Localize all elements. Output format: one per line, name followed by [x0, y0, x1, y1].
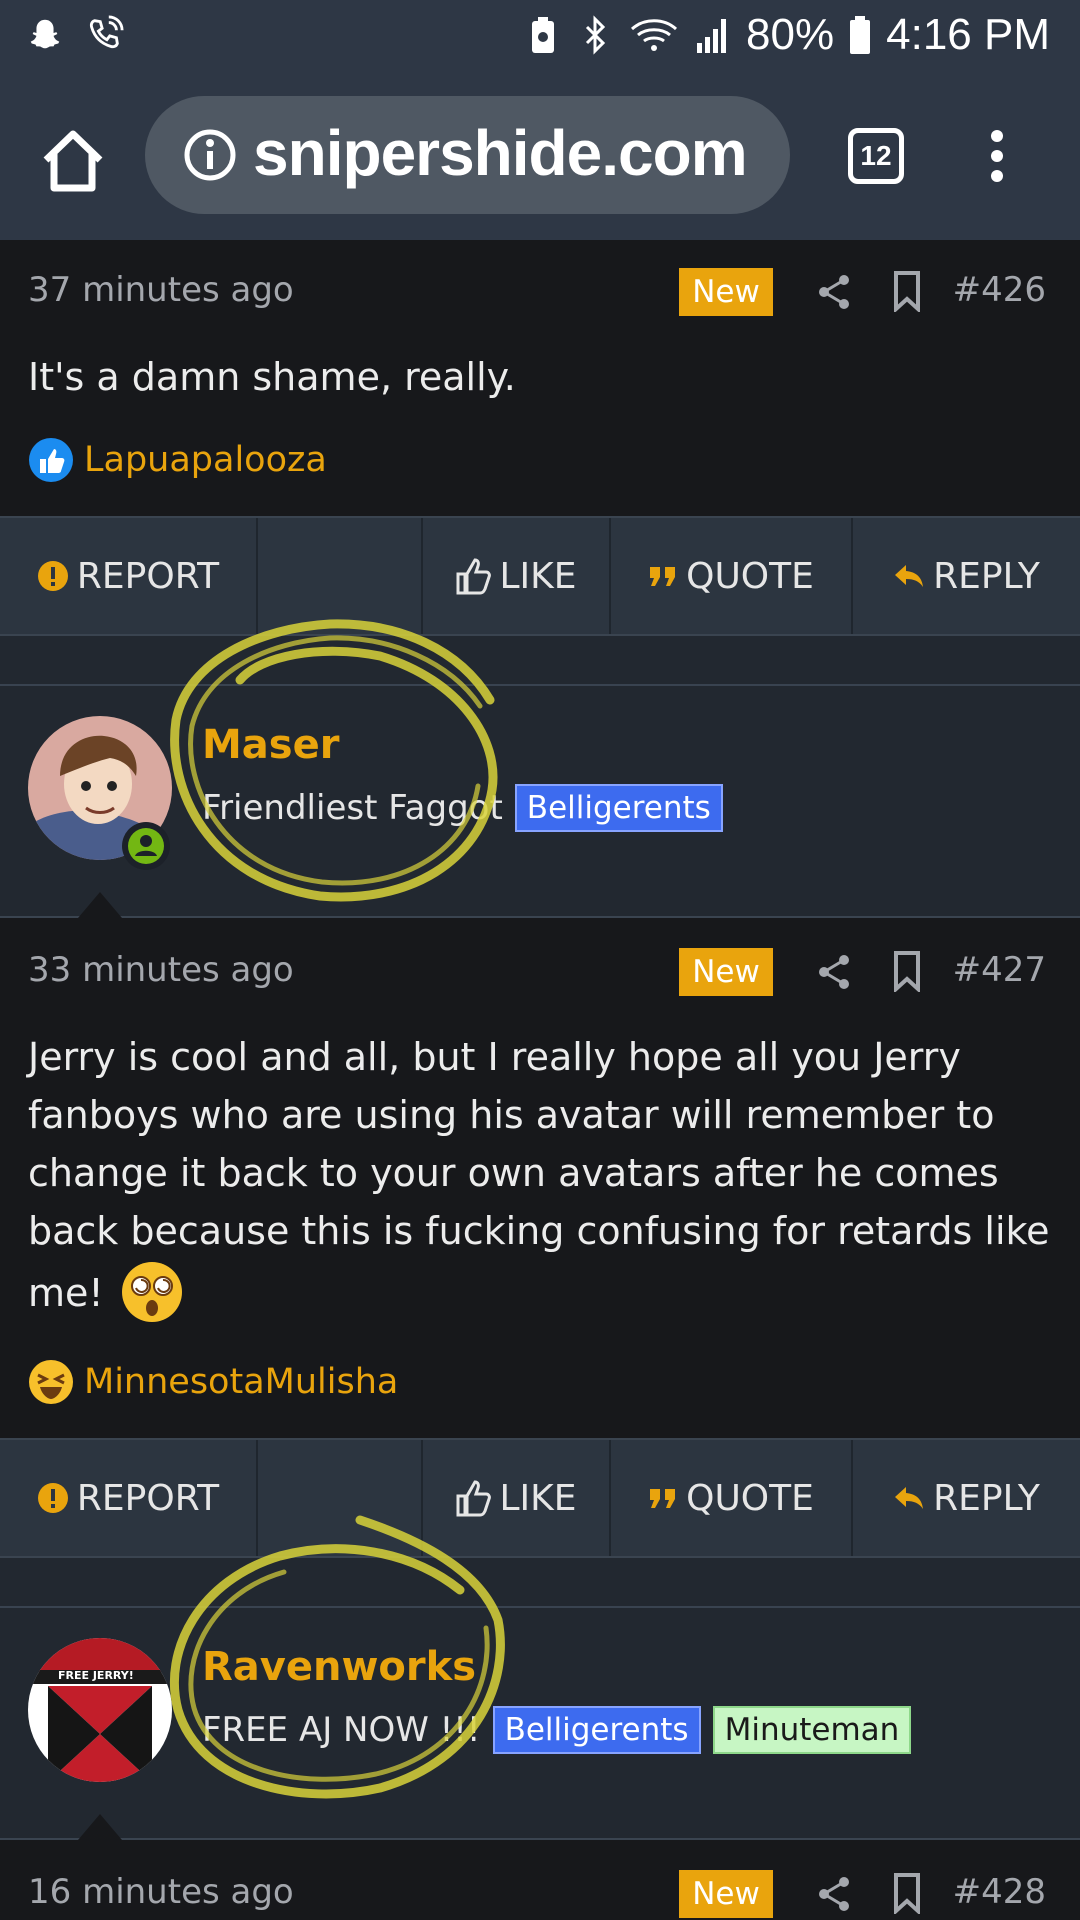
info-icon[interactable] — [183, 128, 237, 182]
share-icon[interactable] — [816, 1874, 852, 1914]
signal-icon — [697, 19, 727, 53]
user-title: Friendliest Faggot — [202, 788, 503, 828]
new-badge: New — [679, 268, 773, 316]
url-text: snipershide.com — [253, 117, 748, 189]
share-icon[interactable] — [816, 272, 852, 312]
post-number[interactable]: #427 — [953, 950, 1046, 990]
post-separator — [0, 636, 1080, 686]
report-label: REPORT — [76, 1477, 220, 1519]
reaction-summary-427[interactable]: MinnesotaMulisha — [28, 1359, 398, 1405]
like-label: LIKE — [499, 1477, 577, 1519]
post-meta-427: 33 minutes ago New #427 — [0, 934, 1080, 1014]
battery-icon — [850, 16, 871, 54]
thumbs-up-icon — [456, 1480, 492, 1517]
like-label: LIKE — [499, 555, 577, 597]
quote-icon — [650, 1489, 676, 1508]
avatar-caption: FREE JERRY! — [58, 1669, 134, 1682]
post-time: 37 minutes ago — [28, 270, 294, 310]
post-body-426: It's a damn shame, really. — [28, 355, 516, 399]
home-icon[interactable] — [38, 126, 108, 196]
clock: 4:16 PM — [886, 10, 1050, 59]
user-title-row: Friendliest Faggot Belligerents — [202, 784, 723, 832]
battery-saver-icon — [532, 17, 555, 53]
post-time: 33 minutes ago — [28, 950, 294, 990]
user-title: FREE AJ NOW !!! — [202, 1710, 481, 1750]
more-menu-icon[interactable] — [982, 126, 1012, 186]
report-label: REPORT — [76, 555, 220, 597]
tab-switcher-button[interactable]: 12 — [848, 128, 904, 184]
post-actions-426: REPORT LIKE QUOTE REPLY — [0, 516, 1080, 636]
new-badge: New — [679, 948, 773, 996]
reply-icon — [895, 1487, 924, 1509]
warning-icon — [37, 561, 68, 591]
reply-icon — [895, 565, 924, 587]
quote-button[interactable]: QUOTE — [611, 518, 853, 634]
post-time: 16 minutes ago — [28, 1872, 294, 1912]
message-caret — [78, 1814, 122, 1840]
dizzy-face-emoji-icon — [121, 1262, 182, 1322]
bookmark-icon[interactable] — [892, 270, 922, 312]
bookmark-icon[interactable] — [892, 950, 922, 992]
report-button[interactable]: REPORT — [0, 1440, 258, 1556]
avatar-image — [28, 1638, 172, 1782]
user-title-row: FREE AJ NOW !!! Belligerents Minuteman — [202, 1706, 912, 1754]
like-button[interactable]: LIKE — [423, 1440, 611, 1556]
reaction-user[interactable]: MinnesotaMulisha — [84, 1362, 398, 1402]
user-banner-minuteman: Minuteman — [712, 1706, 912, 1754]
avatar[interactable]: FREE JERRY! — [28, 1638, 172, 1782]
share-icon[interactable] — [816, 952, 852, 992]
reaction-summary-426[interactable]: Lapuapalooza — [28, 437, 327, 483]
quote-button[interactable]: QUOTE — [611, 1440, 853, 1556]
address-bar[interactable]: snipershide.com — [145, 96, 790, 214]
post-number[interactable]: #428 — [953, 1872, 1046, 1912]
reply-label: REPLY — [933, 555, 1040, 597]
reaction-user[interactable]: Lapuapalooza — [84, 440, 327, 480]
reply-button[interactable]: REPLY — [853, 518, 1080, 634]
quote-label: QUOTE — [686, 1477, 814, 1519]
wifi-calling-icon — [89, 15, 124, 49]
quote-icon — [650, 567, 676, 586]
reply-button[interactable]: REPLY — [853, 1440, 1080, 1556]
battery-percent: 80% — [746, 10, 835, 59]
empty-action-slot — [258, 518, 423, 634]
laugh-reaction-icon — [29, 1360, 73, 1404]
like-button[interactable]: LIKE — [423, 518, 611, 634]
username[interactable]: Maser — [202, 722, 339, 768]
reply-label: REPLY — [933, 1477, 1040, 1519]
like-reaction-icon — [29, 438, 73, 482]
post-meta-426: 37 minutes ago New #426 — [0, 254, 1080, 334]
wifi-icon — [631, 19, 678, 51]
report-button[interactable]: REPORT — [0, 518, 258, 634]
user-block-maser: Maser Friendliest Faggot Belligerents — [0, 686, 1080, 918]
user-banner-belligerents: Belligerents — [492, 1706, 701, 1754]
browser-toolbar: snipershide.com 12 — [0, 78, 1080, 240]
online-status-icon — [122, 822, 170, 870]
bookmark-icon[interactable] — [892, 1872, 922, 1914]
post-body-427: Jerry is cool and all, but I really hope… — [28, 1028, 1058, 1324]
snapchat-icon — [30, 19, 60, 49]
post-number[interactable]: #426 — [953, 270, 1046, 310]
quote-label: QUOTE — [686, 555, 814, 597]
post-separator — [0, 1558, 1080, 1608]
user-block-ravenworks: FREE JERRY! Ravenworks FREE AJ NOW !!! B… — [0, 1608, 1080, 1840]
post-meta-428: 16 minutes ago New #428 — [0, 1856, 1080, 1920]
message-caret — [78, 892, 122, 918]
thumbs-up-icon — [456, 558, 492, 595]
status-bar: 80% 4:16 PM — [0, 0, 1080, 78]
username[interactable]: Ravenworks — [202, 1644, 476, 1690]
warning-icon — [37, 1483, 68, 1513]
new-badge: New — [679, 1870, 773, 1918]
user-banner-belligerents: Belligerents — [514, 784, 723, 832]
post-actions-427: REPORT LIKE QUOTE REPLY — [0, 1438, 1080, 1558]
empty-action-slot — [258, 1440, 423, 1556]
bluetooth-icon — [585, 15, 606, 55]
